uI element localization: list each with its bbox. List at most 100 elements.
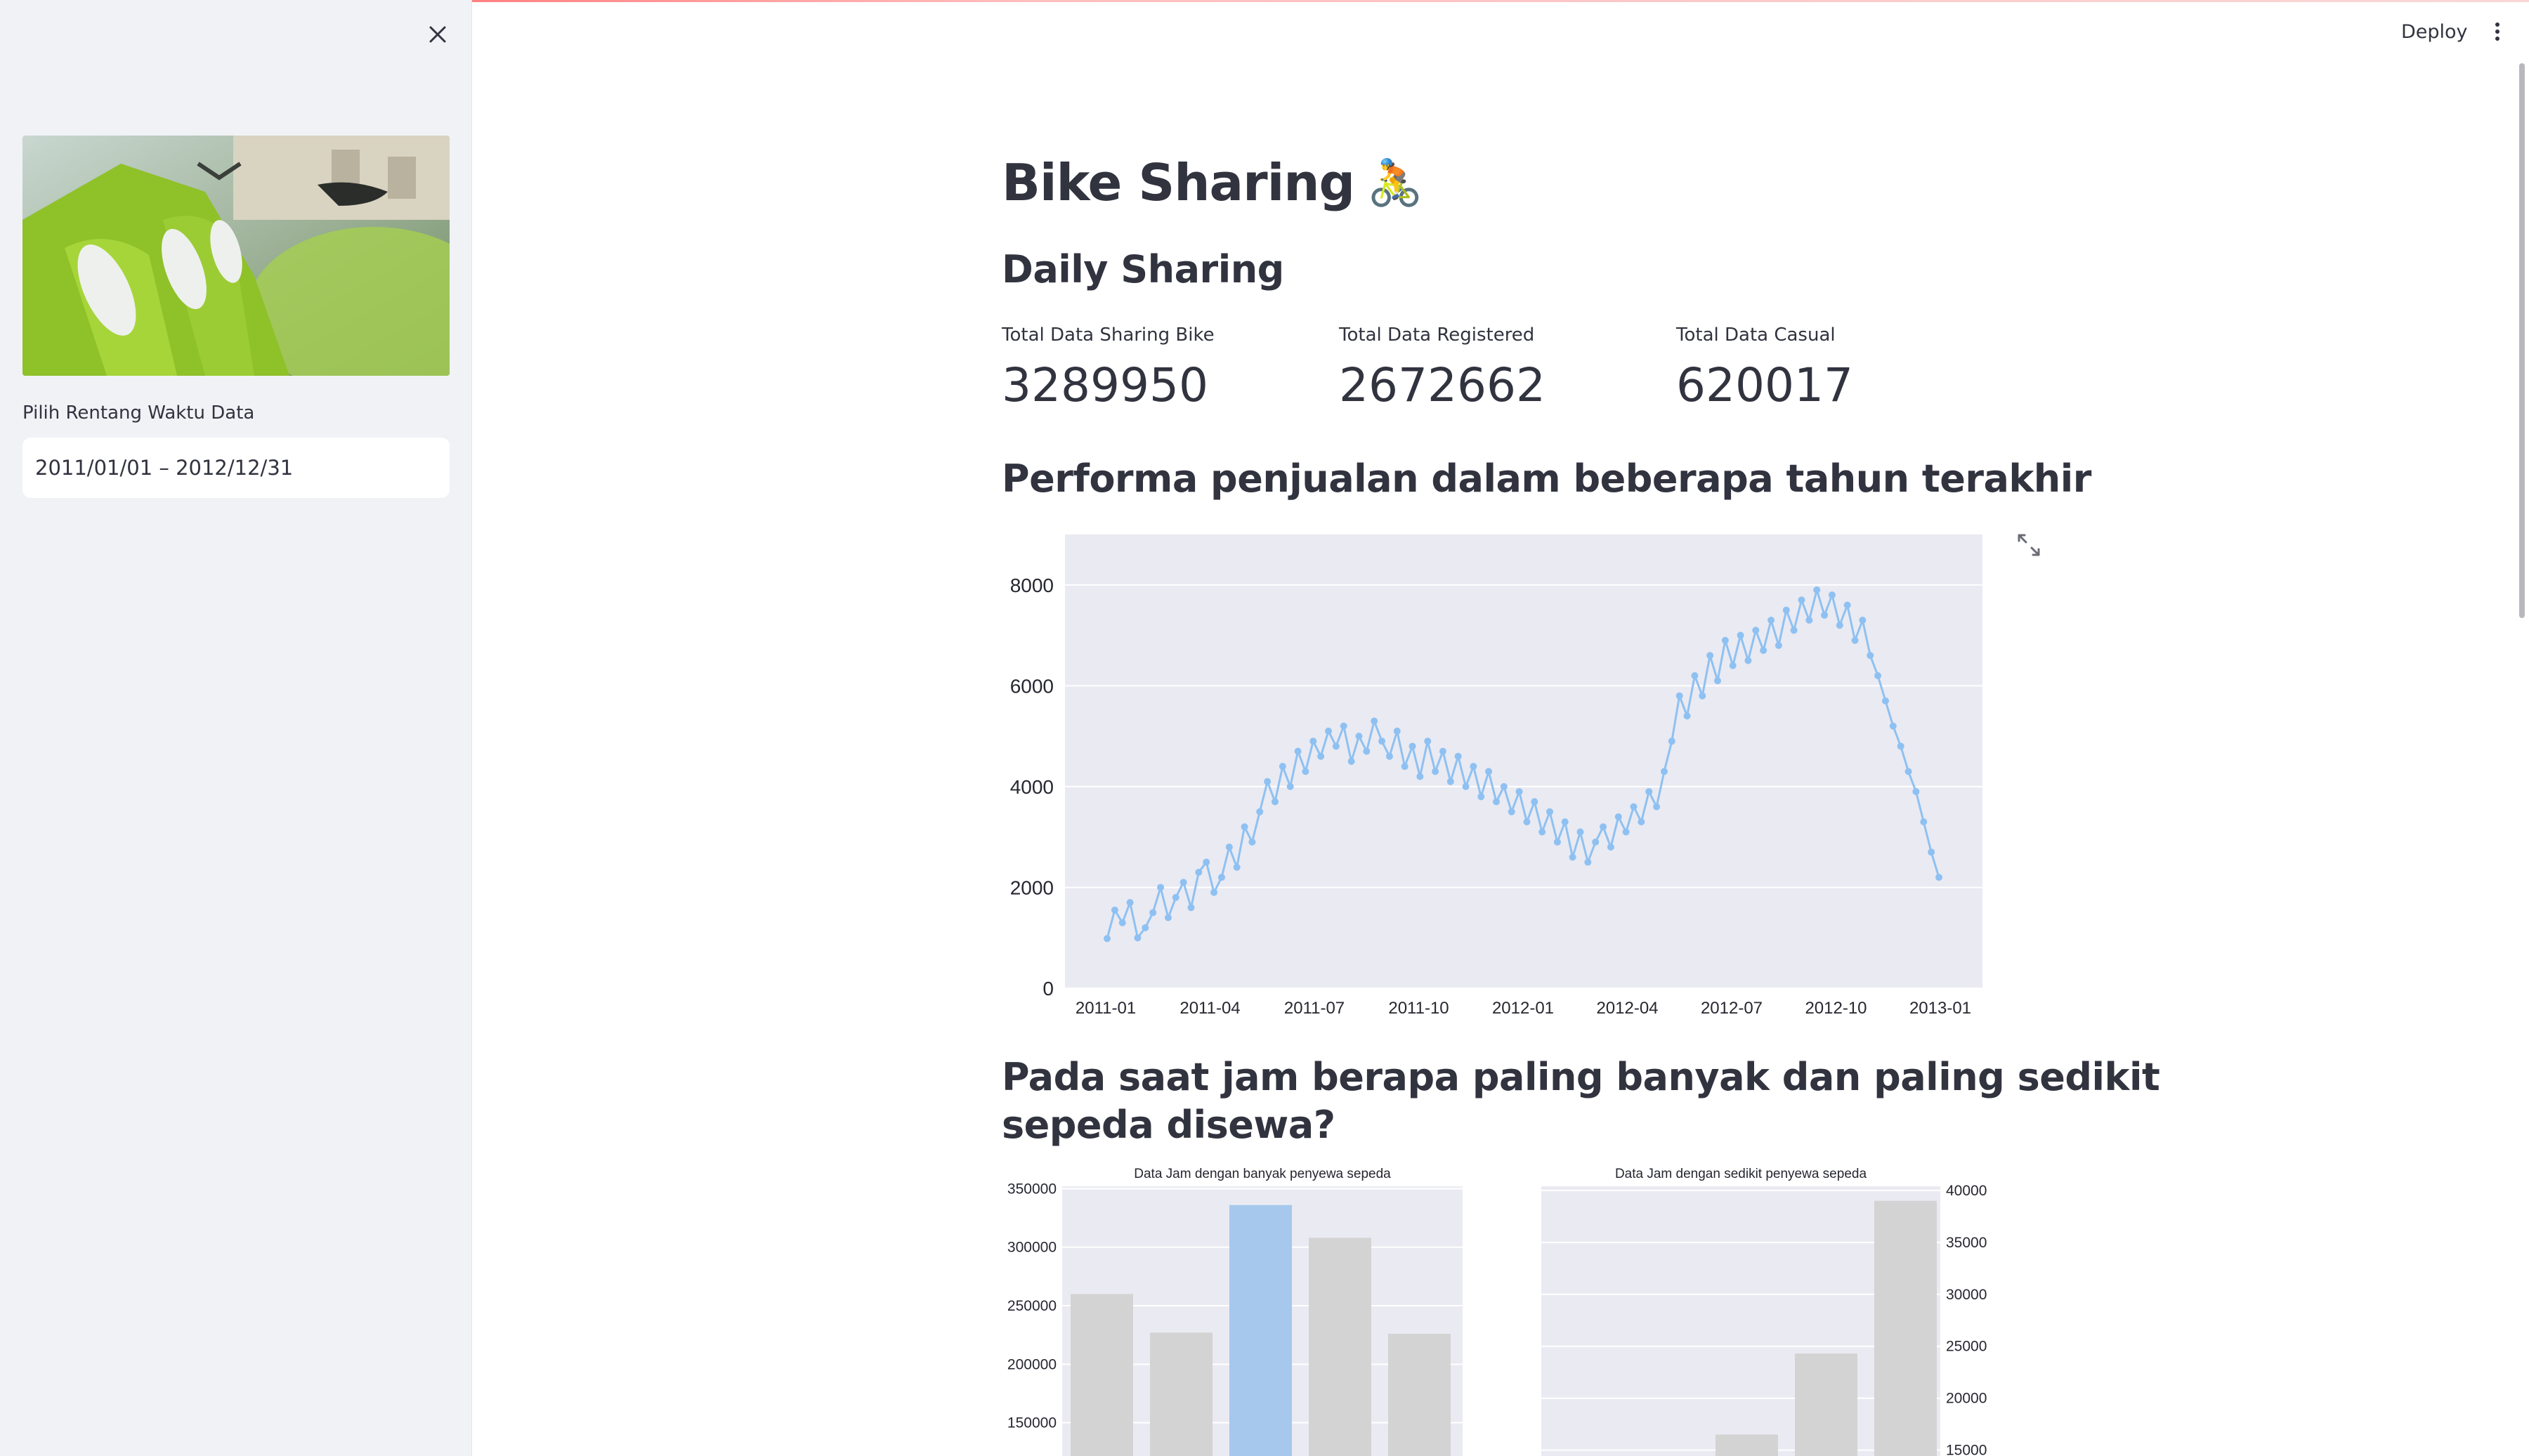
data-point [1363,747,1371,755]
data-point [1614,813,1622,820]
vertical-dots-icon [2495,22,2499,41]
chart-title: Data Jam dengan banyak penyewa sepeda [1134,1167,1391,1181]
close-sidebar-button[interactable] [422,18,454,51]
main-menu-button[interactable] [2483,17,2511,46]
data-point [1874,671,1882,679]
data-point [1935,874,1942,881]
data-point [1271,798,1279,806]
data-point [1569,853,1576,861]
y-tick-label: 300000 [1007,1240,1057,1256]
data-point [1149,909,1157,917]
data-point [1179,879,1187,886]
data-point [1828,591,1836,599]
data-point [1767,617,1775,624]
page-title: Bike Sharing 🚴 [1002,153,1423,212]
data-point [1729,662,1737,669]
data-point [1210,888,1218,896]
data-point [1485,768,1493,775]
data-point [1393,727,1401,735]
y-tick-label: 2000 [1010,877,1054,898]
data-point [1515,788,1523,796]
deploy-button[interactable]: Deploy [2388,17,2481,46]
y-tick-label: 200000 [1007,1356,1057,1372]
data-point [1592,838,1600,846]
data-point [1340,722,1347,730]
data-point [1928,848,1935,856]
y-tick-label: 150000 [1007,1415,1057,1431]
data-point [1553,838,1561,846]
y-tick-label: 0 [1043,978,1054,999]
data-point [1104,935,1111,943]
data-point [1683,712,1691,720]
data-point [1904,768,1912,775]
page-scrollbar[interactable] [2519,63,2525,618]
cyclist-emoji-icon: 🚴 [1367,157,1423,209]
sidebar: Pilih Rentang Waktu Data 2011/01/01 – 20… [0,0,472,1456]
y-tick-label: 4000 [1010,776,1054,798]
daily-sharing-heading: Daily Sharing [1002,247,1284,291]
data-point [1843,601,1851,609]
data-point [1782,606,1790,614]
hours-heading-line1: Pada saat jam berapa paling banyak dan p… [1002,1055,2160,1099]
data-point [1813,586,1821,593]
y-tick-label: 8000 [1010,575,1054,596]
data-point [1706,652,1714,660]
y-tick-label: 250000 [1007,1298,1057,1314]
metric-value: 3289950 [1002,358,1208,412]
bar [1229,1205,1292,1456]
metric-value: 2672662 [1339,358,1546,412]
data-point [1157,884,1165,891]
data-point [1385,752,1393,760]
data-point [1187,904,1195,912]
data-point [1302,768,1309,775]
close-icon [429,26,446,43]
y-tick-label: 25000 [1946,1339,1987,1355]
data-point [1233,863,1241,871]
data-point [1851,636,1859,644]
date-range-input[interactable]: 2011/01/01 – 2012/12/31 [22,438,450,498]
page-title-text: Bike Sharing [1002,153,1355,212]
data-point [1805,617,1813,624]
x-tick-label: 2011-04 [1179,999,1240,1018]
data-point [1630,803,1638,811]
data-point [1256,808,1264,815]
data-point [1653,803,1661,811]
bar [1309,1238,1371,1456]
bar [1795,1353,1857,1456]
x-tick-label: 2012-04 [1596,999,1658,1018]
data-point [1279,763,1286,770]
y-tick-label: 30000 [1946,1287,1987,1303]
data-point [1775,641,1782,649]
data-point [1294,747,1302,755]
data-point [1134,934,1142,942]
fullscreen-expand-icon[interactable] [2016,532,2041,558]
performance-heading: Performa penjualan dalam beberapa tahun … [1002,457,2091,501]
data-point [1401,763,1409,770]
data-point [1446,778,1454,785]
x-tick-label: 2012-07 [1701,999,1763,1018]
data-point [1172,893,1179,901]
data-point [1203,858,1210,866]
y-tick-label: 35000 [1946,1235,1987,1251]
metric-label: Total Data Casual [1676,324,1836,346]
data-point [1500,782,1508,790]
data-point [1699,692,1706,700]
data-point [1142,924,1149,931]
x-tick-label: 2013-01 [1909,999,1971,1018]
metric-value: 620017 [1676,358,1853,412]
plot-area [1065,534,1982,988]
bike-rack-photo [22,136,450,376]
data-point [1713,677,1721,685]
data-point [1523,818,1531,826]
bar [1071,1294,1133,1456]
data-point [1600,823,1607,831]
data-point [1821,611,1829,619]
data-point [1881,697,1889,704]
data-point [1164,914,1172,922]
data-point [1920,818,1928,826]
data-point [1798,596,1805,604]
data-point [1217,874,1225,881]
data-point [1432,768,1439,775]
data-point [1691,671,1699,679]
bar [1874,1200,1937,1456]
